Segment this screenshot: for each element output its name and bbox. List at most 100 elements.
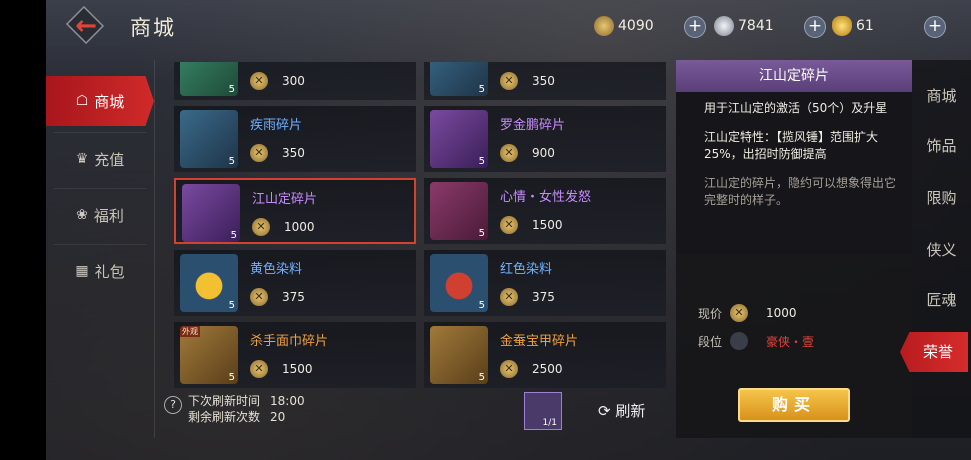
shop-item[interactable]: 5 ✕ 300 [174, 62, 416, 100]
currency-honor-value: 4090 [618, 18, 654, 34]
nav-item-label: 商城 [94, 92, 125, 111]
nav-item-welfare[interactable]: ❀ 福利 [46, 190, 154, 240]
price-row: ✕ 900 [500, 144, 555, 162]
honor-token-icon: ✕ [500, 288, 518, 306]
refresh-button[interactable]: ⟳ 刷新 [598, 400, 645, 421]
shop-item[interactable]: 5 罗金鹏碎片 ✕ 900 [424, 106, 666, 172]
shop-item[interactable]: 5 黄色染料 ✕ 375 [174, 250, 416, 316]
detail-description: 用于江山定的激活（50个）及升星 江山定特性：【揽风锤】范围扩大25%，出招时防… [676, 92, 912, 254]
tab-honor[interactable]: 荣誉 [900, 332, 968, 372]
tab-accessories[interactable]: 饰品 [912, 126, 971, 166]
nav-divider [54, 188, 146, 189]
price-row: ✕ 375 [500, 288, 555, 306]
price-row: ✕ 350 [500, 72, 555, 90]
tab-craftsman[interactable]: 匠魂 [912, 280, 971, 320]
tab-shop[interactable]: 商城 [912, 76, 971, 116]
welfare-icon: ❀ [76, 207, 88, 223]
current-price-row: 现价 ✕ 1000 [698, 304, 797, 322]
item-art-icon: 5 [180, 62, 238, 96]
item-name: 罗金鹏碎片 [500, 118, 566, 133]
nav-item-recharge[interactable]: ♛ 充值 [46, 134, 154, 184]
honor-token-icon: ✕ [500, 360, 518, 378]
shop-item[interactable]: 5 疾雨碎片 ✕ 350 [174, 106, 416, 172]
shop-item[interactable]: 5 金蚕宝甲碎片 ✕ 2500 [424, 322, 666, 388]
nav-divider [54, 244, 146, 245]
honor-token-icon: ✕ [500, 72, 518, 90]
buy-button[interactable]: 购买 [738, 388, 850, 422]
next-refresh-row: 下次刷新时间 18:00 [188, 394, 305, 408]
add-gold-button[interactable]: + [924, 16, 946, 38]
top-bar: ← 商城 4090 + 7841 + 61 + [46, 0, 971, 52]
left-nav: ☖ 商城 ♛ 充值 ❀ 福利 ▦ 礼包 [46, 60, 154, 438]
nav-item-label: 充值 [94, 150, 125, 169]
emote-icon: 5 [430, 182, 488, 240]
honor-token-icon: ✕ [500, 216, 518, 234]
shop-item[interactable]: 5 红色染料 ✕ 375 [424, 250, 666, 316]
detail-trait: 江山定特性：【揽风锤】范围扩大25%，出招时防御提高 [704, 130, 879, 161]
item-name: 疾雨碎片 [250, 118, 303, 133]
shop-item[interactable]: 5 ✕ 350 [424, 62, 666, 100]
rank-emblem-icon [730, 332, 749, 350]
silver-coin-icon [714, 16, 734, 36]
price-row: ✕ 2500 [500, 360, 563, 378]
item-detail-panel: 江山定碎片 用于江山定的激活（50个）及升星 江山定特性：【揽风锤】范围扩大25… [676, 60, 912, 438]
help-icon[interactable]: ? [164, 396, 182, 414]
shop-item[interactable]: 外观 5 杀手面巾碎片 ✕ 1500 [174, 322, 416, 388]
shop-item-selected[interactable]: 5 江山定碎片 ✕ 1000 [174, 178, 416, 244]
item-name: 黄色染料 [250, 262, 303, 277]
dye-bowl-icon: 5 [430, 254, 488, 312]
right-tabs: 商城 饰品 限购 侠义 匠魂 荣誉 [900, 60, 971, 438]
honor-token-icon: ✕ [250, 288, 268, 306]
nav-item-label: 福利 [93, 206, 124, 225]
price-row: ✕ 1500 [250, 360, 313, 378]
honor-token-icon: ✕ [730, 304, 749, 322]
price-row: ✕ 300 [250, 72, 305, 90]
refresh-info: ? 下次刷新时间 18:00 剩余刷新次数 20 1/1 ⟳ 刷新 [158, 390, 678, 436]
currency-gold-value: 61 [856, 18, 874, 34]
honor-token-icon: ✕ [250, 144, 268, 162]
appearance-tag: 外观 [180, 326, 200, 337]
detail-title: 江山定碎片 [676, 60, 912, 92]
tab-limited[interactable]: 限购 [912, 178, 971, 218]
shop-item[interactable]: 5 心情・女性发怒 ✕ 1500 [424, 178, 666, 244]
puzzle-shard-icon: 5 [182, 184, 240, 242]
remaining-refresh-row: 剩余刷新次数 20 [188, 410, 286, 424]
dye-bowl-icon: 5 [180, 254, 238, 312]
hero-portrait-icon: 5 [430, 110, 488, 168]
puzzle-shard-icon: 5 [180, 110, 238, 168]
puzzle-shard-icon: 外观 5 [180, 326, 238, 384]
tab-chivalry[interactable]: 侠义 [912, 230, 971, 270]
add-honor-button[interactable]: + [684, 16, 706, 38]
recharge-icon: ♛ [75, 151, 89, 167]
price-row: ✕ 1000 [252, 218, 315, 236]
honor-token-icon: ✕ [250, 360, 268, 378]
shop-icon: ☖ [75, 93, 89, 109]
item-art-icon: 5 [430, 62, 488, 96]
nav-item-label: 礼包 [94, 262, 125, 281]
nav-item-gift[interactable]: ▦ 礼包 [46, 246, 154, 296]
honor-token-icon: ✕ [252, 218, 270, 236]
honor-token-icon [594, 16, 614, 36]
item-name: 红色染料 [500, 262, 553, 277]
rank-row: 段位 豪侠・壹 [698, 332, 814, 350]
detail-usage: 用于江山定的激活（50个）及升星 [704, 101, 888, 115]
currency-honor: 4090 [594, 14, 654, 38]
refresh-icon: ⟳ [598, 402, 611, 420]
nav-divider [54, 132, 146, 133]
detail-lore: 江山定的碎片，隐约可以想象得出它完整时的样子。 [704, 176, 897, 207]
gold-ingot-icon [832, 16, 852, 36]
honor-token-icon: ✕ [500, 144, 518, 162]
back-arrow-icon[interactable]: ← [72, 12, 100, 40]
refresh-token-icon: 1/1 [524, 392, 562, 430]
currency-gold: 61 [832, 14, 874, 38]
gift-icon: ▦ [75, 263, 89, 279]
price-row: ✕ 1500 [500, 216, 563, 234]
currency-silver: 7841 [714, 14, 774, 38]
nav-item-shop[interactable]: ☖ 商城 [46, 76, 154, 126]
item-name: 江山定碎片 [252, 192, 318, 207]
shop-screen: ← 商城 4090 + 7841 + 61 + ☖ 商城 ♛ 充值 ❀ 福利 ▦… [46, 0, 971, 460]
add-silver-button[interactable]: + [804, 16, 826, 38]
item-name: 心情・女性发怒 [500, 190, 592, 205]
shop-item-grid: 5 ✕ 300 5 ✕ 350 5 疾雨碎片 ✕ 350 5 罗金鹏碎片 ✕ 900 5… [154, 62, 674, 388]
honor-token-icon: ✕ [250, 72, 268, 90]
